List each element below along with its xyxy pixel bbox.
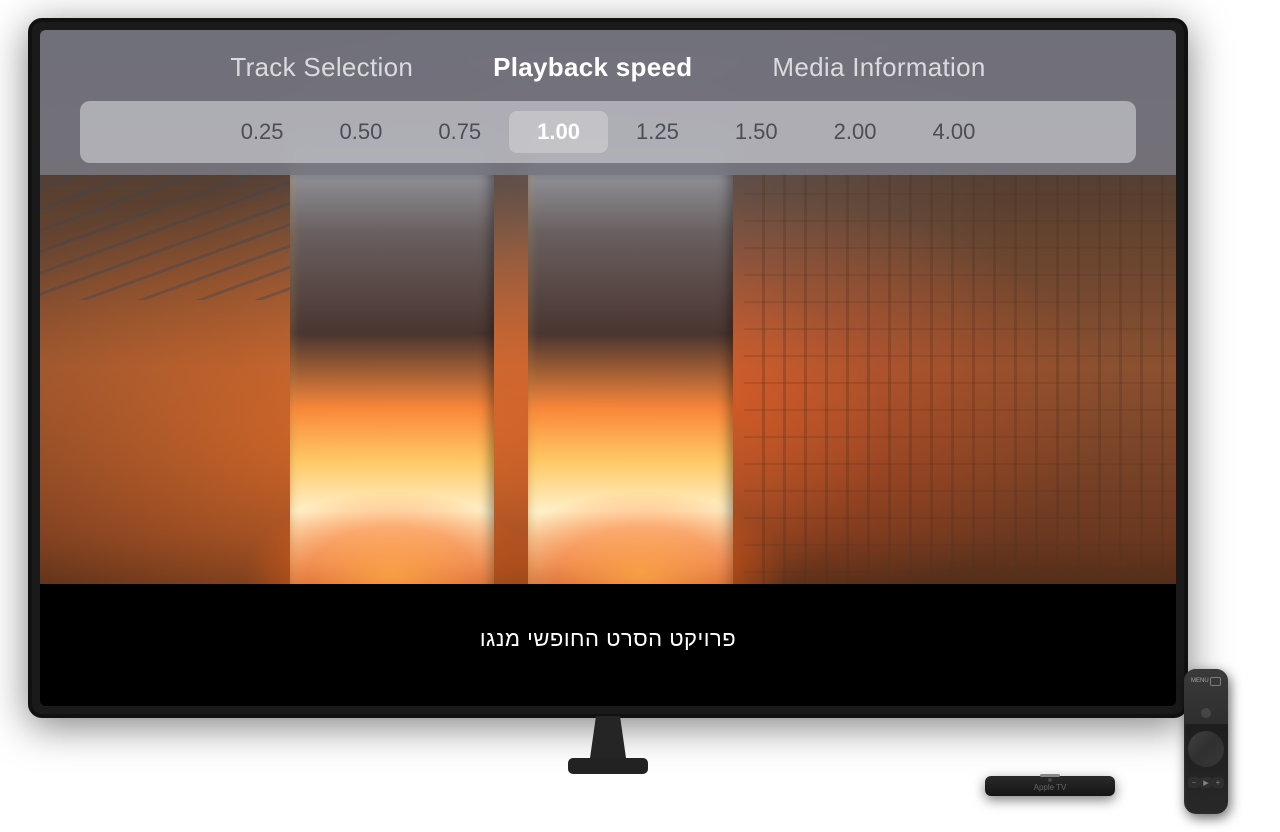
remote-btn-right[interactable] (1208, 795, 1223, 804)
stand-svg (548, 716, 668, 778)
scene: פרויקט הסרט החופשי מנגו Track Selection … (0, 0, 1280, 832)
speed-1-50[interactable]: 1.50 (707, 111, 806, 153)
remote-vol-up-btn[interactable]: + (1212, 777, 1224, 788)
remote-body: MENU − ▶ + (1184, 669, 1228, 814)
speed-0-25[interactable]: 0.25 (213, 111, 312, 153)
tv-screen: פרויקט הסרט החופשי מנגו Track Selection … (40, 30, 1176, 706)
tab-playback-speed[interactable]: Playback speed (493, 52, 692, 83)
tv-stand (548, 716, 668, 778)
speed-0-75[interactable]: 0.75 (410, 111, 509, 153)
remote-siri-btn (1201, 708, 1211, 718)
overlay-panel: Track Selection Playback speed Media Inf… (40, 30, 1176, 175)
speed-4-00[interactable]: 4.00 (904, 111, 1003, 153)
siri-remote: MENU − ▶ + (1184, 669, 1228, 814)
tab-track-selection[interactable]: Track Selection (230, 52, 413, 83)
remote-touchpad[interactable] (1188, 731, 1224, 767)
remote-top-section: MENU (1184, 669, 1228, 724)
appletv-box: Apple TV (985, 776, 1115, 796)
remote-play-pause-btn[interactable]: ▶ (1200, 777, 1212, 788)
speed-bar: 0.25 0.50 0.75 1.00 1.25 1.50 2.00 4.00 (80, 101, 1136, 163)
subtitle: פרויקט הסרט החופשי מנגו (40, 626, 1176, 652)
remote-btn-left[interactable] (1189, 795, 1204, 804)
speed-2-00[interactable]: 2.00 (806, 111, 905, 153)
remote-vol-down-btn[interactable]: − (1188, 777, 1200, 788)
tab-media-information[interactable]: Media Information (772, 52, 985, 83)
remote-menu-label: MENU (1191, 678, 1209, 684)
tv-wrapper: פרויקט הסרט החופשי מנגו Track Selection … (28, 18, 1188, 778)
speed-1-25[interactable]: 1.25 (608, 111, 707, 153)
remote-bottom-row (1189, 795, 1223, 804)
tv-body: פרויקט הסרט החופשי מנגו Track Selection … (28, 18, 1188, 718)
remote-tv-icon (1210, 677, 1221, 686)
remote-controls-row: − ▶ + (1188, 777, 1224, 788)
tab-bar: Track Selection Playback speed Media Inf… (40, 30, 1176, 101)
speed-1-00[interactable]: 1.00 (509, 111, 608, 153)
svg-text:Apple TV: Apple TV (1034, 783, 1067, 792)
speed-0-50[interactable]: 0.50 (312, 111, 411, 153)
appletv-logo-area: Apple TV (985, 776, 1115, 796)
